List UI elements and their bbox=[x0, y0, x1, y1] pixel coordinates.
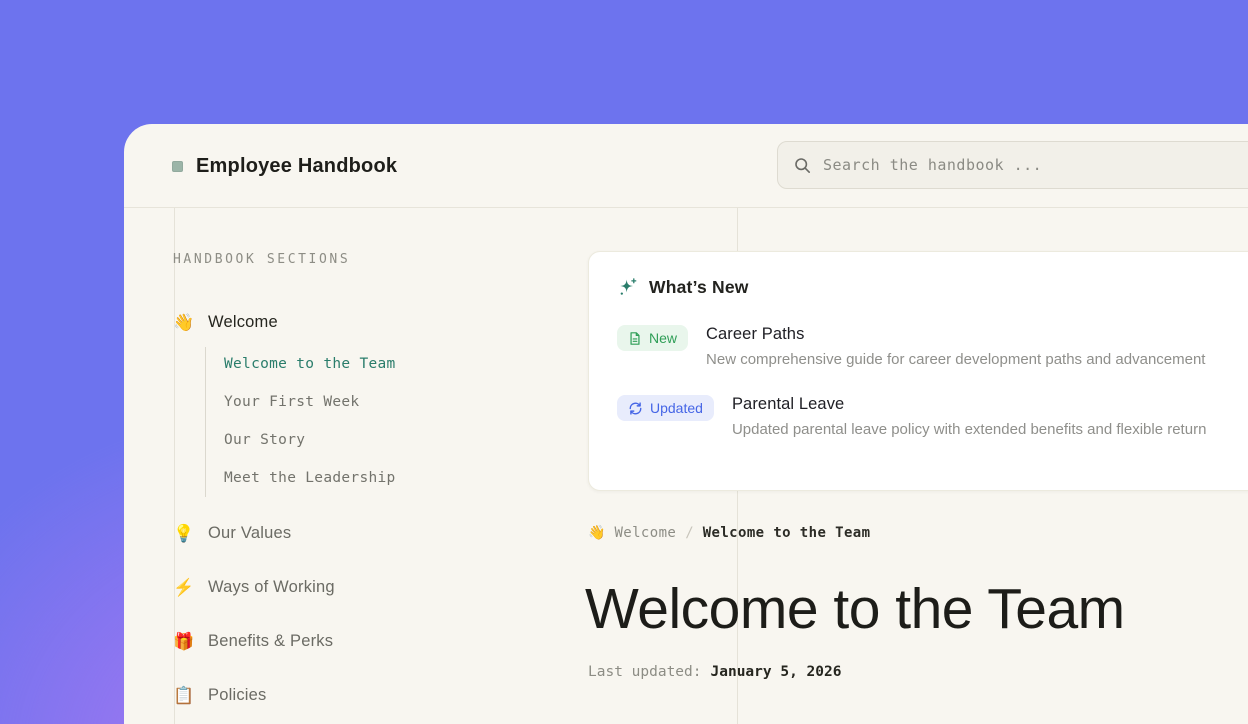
whats-new-item-career-paths[interactable]: New Career Paths New comprehensive guide… bbox=[617, 325, 1248, 368]
wave-emoji-icon: 👋 bbox=[173, 314, 195, 331]
sidebar-subitem-welcome-to-the-team[interactable]: Welcome to the Team bbox=[224, 352, 396, 376]
breadcrumb-current-page: Welcome to the Team bbox=[703, 525, 871, 541]
whats-new-item-title: Career Paths bbox=[706, 325, 1205, 344]
sidebar-subitem-our-story[interactable]: Our Story bbox=[224, 428, 305, 452]
last-updated: Last updated: January 5, 2026 bbox=[588, 664, 841, 680]
lightbulb-emoji-icon: 💡 bbox=[173, 525, 195, 542]
sidebar-item-ways-of-working[interactable]: ⚡ Ways of Working bbox=[173, 573, 335, 601]
handbook-window: Employee Handbook HANDBOOK SECTIONS 👋 We… bbox=[124, 124, 1248, 724]
breadcrumb-separator: / bbox=[685, 525, 693, 541]
whats-new-card: What’s New New Career Paths New comprehe… bbox=[588, 251, 1248, 491]
app-title: Employee Handbook bbox=[196, 155, 397, 178]
document-icon bbox=[628, 331, 642, 346]
refresh-icon bbox=[628, 401, 643, 416]
whats-new-item-text: Parental Leave Updated parental leave po… bbox=[732, 395, 1206, 438]
gift-emoji-icon: 🎁 bbox=[173, 633, 195, 650]
page-title: Welcome to the Team bbox=[585, 576, 1125, 642]
sidebar-item-label: Our Values bbox=[208, 524, 291, 543]
app-header: Employee Handbook bbox=[124, 124, 1248, 208]
sidebar-item-label: Policies bbox=[208, 686, 266, 705]
whats-new-item-description: Updated parental leave policy with exten… bbox=[732, 421, 1206, 438]
new-badge: New bbox=[617, 325, 688, 351]
whats-new-item-title: Parental Leave bbox=[732, 395, 1206, 414]
sidebar-item-label: Benefits & Perks bbox=[208, 632, 333, 651]
sidebar-subsection-rail bbox=[205, 347, 206, 497]
sidebar-subitem-your-first-week[interactable]: Your First Week bbox=[224, 390, 359, 414]
whats-new-item-text: Career Paths New comprehensive guide for… bbox=[706, 325, 1205, 368]
whats-new-item-description: New comprehensive guide for career devel… bbox=[706, 351, 1205, 368]
sidebar-section-label: HANDBOOK SECTIONS bbox=[173, 252, 350, 267]
sidebar-item-label: Ways of Working bbox=[208, 578, 335, 597]
whats-new-title: What’s New bbox=[649, 277, 749, 298]
search-bar[interactable] bbox=[777, 141, 1248, 189]
search-icon bbox=[794, 157, 811, 174]
badge-label: New bbox=[649, 330, 677, 346]
sidebar-item-welcome[interactable]: 👋 Welcome bbox=[173, 308, 278, 336]
logo-square-icon bbox=[172, 161, 183, 172]
whats-new-header: What’s New bbox=[617, 277, 1248, 298]
sidebar-subitem-meet-the-leadership[interactable]: Meet the Leadership bbox=[224, 466, 396, 490]
search-input[interactable] bbox=[823, 156, 1248, 174]
breadcrumb-section-link[interactable]: Welcome bbox=[614, 525, 676, 541]
app-brand: Employee Handbook bbox=[172, 124, 397, 208]
whats-new-item-parental-leave[interactable]: Updated Parental Leave Updated parental … bbox=[617, 395, 1248, 438]
last-updated-value: January 5, 2026 bbox=[711, 664, 842, 680]
sidebar-item-our-values[interactable]: 💡 Our Values bbox=[173, 519, 291, 547]
badge-label: Updated bbox=[650, 400, 703, 416]
sparkles-icon bbox=[617, 277, 638, 298]
lightning-emoji-icon: ⚡ bbox=[173, 579, 195, 596]
clipboard-emoji-icon: 📋 bbox=[173, 687, 195, 704]
sidebar-item-benefits-perks[interactable]: 🎁 Benefits & Perks bbox=[173, 627, 333, 655]
updated-badge: Updated bbox=[617, 395, 714, 421]
last-updated-label: Last updated: bbox=[588, 664, 702, 680]
sidebar-item-label: Welcome bbox=[208, 313, 278, 332]
sidebar-item-policies[interactable]: 📋 Policies bbox=[173, 681, 266, 709]
breadcrumb: 👋 Welcome / Welcome to the Team bbox=[588, 525, 870, 541]
wave-emoji-icon: 👋 bbox=[588, 525, 605, 541]
